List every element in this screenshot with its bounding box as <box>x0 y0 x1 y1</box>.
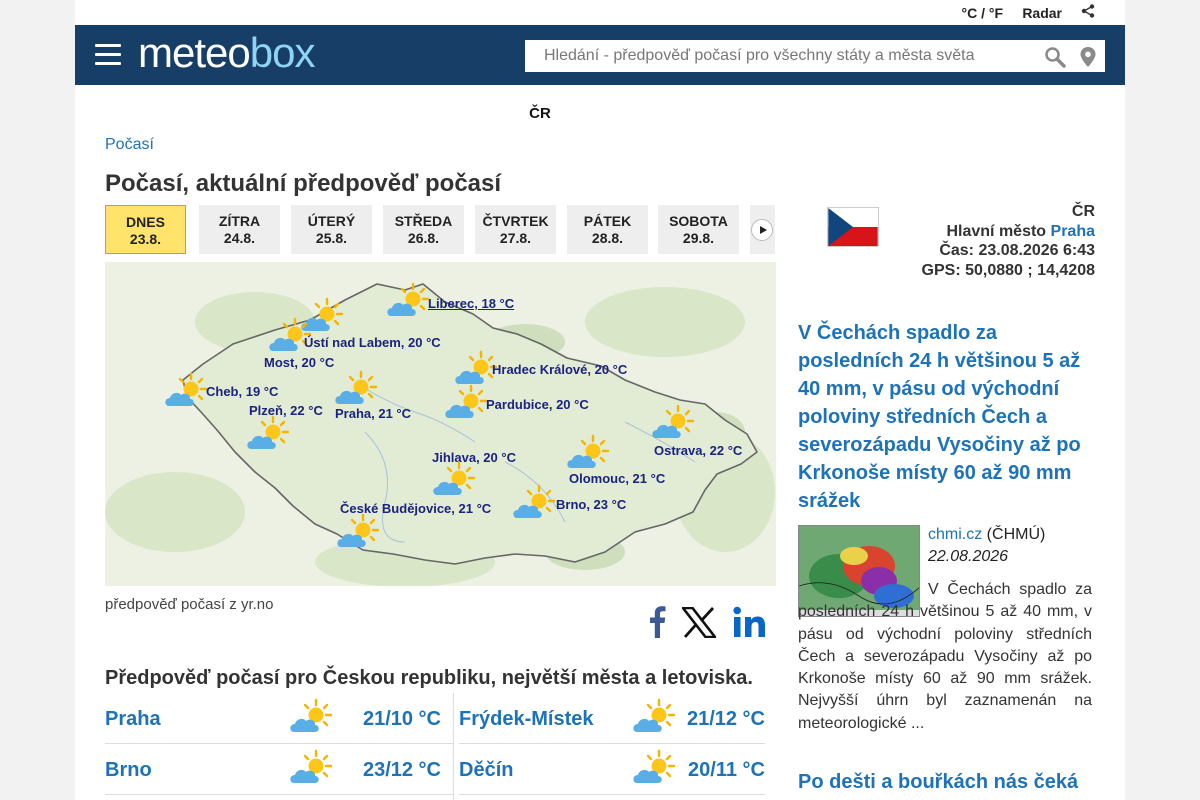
day-tab-name: DNES <box>126 214 165 230</box>
day-tab-friday[interactable]: PÁTEK 28.8. <box>567 205 648 254</box>
partly-cloudy-icon <box>650 404 694 444</box>
partly-cloudy-icon <box>333 370 377 410</box>
day-tab-date: 23.8. <box>129 231 162 247</box>
search-input[interactable] <box>525 40 1025 72</box>
gps-coordinates: GPS: 50,0880 ; 14,4208 <box>921 261 1095 279</box>
day-tabs: DNES 23.8. ZÍTRA 24.8. ÚTERÝ 25.8. STŘED… <box>105 205 775 255</box>
map-city-liberec[interactable]: Liberec, 18 °C <box>428 296 514 311</box>
capital-link[interactable]: Praha <box>1051 223 1095 240</box>
partly-cloudy-icon <box>631 698 675 738</box>
day-tab-date: 24.8. <box>223 230 256 246</box>
page: °C / °F Radar meteobox ČR Počasí Počasí,… <box>75 0 1125 800</box>
site-header: meteobox <box>75 25 1125 85</box>
day-tab-date: 27.8. <box>499 230 532 246</box>
page-title: Počasí, aktuální předpověď počasí <box>105 170 502 197</box>
city-name[interactable]: Frýdek-Místek <box>459 708 594 731</box>
map-city-most[interactable]: Most, 20 °C <box>264 355 334 370</box>
city-temperature: 21/10 °C <box>362 708 441 730</box>
location-pin-icon[interactable] <box>1079 46 1097 68</box>
news-excerpt: V Čechách spadlo za posledních 24 h větš… <box>798 581 1092 732</box>
map-city-pardubice[interactable]: Pardubice, 20 °C <box>486 397 589 412</box>
map-city-hradec-kralove[interactable]: Hradec Králové, 20 °C <box>492 362 627 377</box>
facebook-icon[interactable] <box>648 604 666 638</box>
partly-cloudy-icon <box>431 461 475 501</box>
weather-map: Liberec, 18 °C Ústí nad Labem, 20 °C Mos… <box>105 262 776 586</box>
temperature-unit-toggle[interactable]: °C / °F <box>961 5 1003 21</box>
map-city-cheb[interactable]: Cheb, 19 °C <box>206 384 278 399</box>
breadcrumb[interactable]: Počasí <box>105 136 154 154</box>
day-tab-name: SOBOTA <box>669 213 728 229</box>
column-divider <box>453 693 454 800</box>
region-label: ČR <box>529 105 551 122</box>
day-tab-name: STŘEDA <box>394 213 453 229</box>
news-headline[interactable]: V Čechách spadlo za posledních 24 h větš… <box>798 319 1098 515</box>
day-tab-tuesday[interactable]: ÚTERÝ 25.8. <box>291 205 372 254</box>
news-source-link[interactable]: chmi.cz <box>928 526 982 543</box>
capital-label: Hlavní město <box>946 222 1047 240</box>
day-tab-thursday[interactable]: ČTVRTEK 27.8. <box>475 205 556 254</box>
country-name: ČR <box>1071 203 1095 220</box>
next-days-arrow-icon[interactable] <box>751 219 773 241</box>
day-tab-tomorrow[interactable]: ZÍTRA 24.8. <box>199 205 280 254</box>
forecast-heading: Předpověď počasí pro Českou republiku, n… <box>105 667 753 689</box>
site-logo[interactable]: meteobox <box>138 29 316 76</box>
menu-icon[interactable] <box>95 44 121 66</box>
partly-cloudy-icon <box>163 372 207 412</box>
city-name[interactable]: Děčín <box>459 759 513 782</box>
partly-cloudy-icon <box>288 749 332 789</box>
city-temperature: 21/12 °C <box>686 708 765 730</box>
linkedin-icon[interactable] <box>733 606 766 638</box>
map-city-praha[interactable]: Praha, 21 °C <box>335 406 411 421</box>
city-name[interactable]: Praha <box>105 708 161 731</box>
local-time: Čas: 23.08.2026 6:43 <box>939 242 1095 259</box>
partly-cloudy-icon <box>245 415 289 455</box>
day-tab-name: ČTVRTEK <box>482 213 549 229</box>
city-temperature: 20/11 °C <box>688 759 765 781</box>
map-city-usti-nad-labem[interactable]: Ústí nad Labem, 20 °C <box>304 335 441 350</box>
city-temperature: 23/12 °C <box>362 759 441 781</box>
x-twitter-icon[interactable] <box>682 607 716 638</box>
partly-cloudy-icon <box>511 484 555 524</box>
day-tab-name: PÁTEK <box>583 213 632 229</box>
day-tab-name: ÚTERÝ <box>307 213 356 229</box>
day-tab-date: 25.8. <box>315 230 348 246</box>
news-date: 22.08.2026 <box>928 548 1009 565</box>
map-city-olomouc[interactable]: Olomouc, 21 °C <box>569 471 665 486</box>
city-row-frydek-mistek[interactable]: Frýdek-Místek 21/12 °C <box>459 693 765 744</box>
day-tab-wednesday[interactable]: STŘEDA 26.8. <box>383 205 464 254</box>
radar-link[interactable]: Radar <box>1022 5 1062 21</box>
partly-cloudy-icon <box>335 513 379 553</box>
logo-text-meteo: meteo <box>138 29 251 76</box>
city-row-praha[interactable]: Praha 21/10 °C <box>105 693 453 744</box>
search-box <box>525 40 1105 72</box>
map-city-brno[interactable]: Brno, 23 °C <box>556 497 626 512</box>
search-icon[interactable] <box>1044 46 1066 68</box>
partly-cloudy-icon <box>565 434 609 474</box>
day-tab-date: 28.8. <box>591 230 624 246</box>
czech-flag <box>827 207 879 247</box>
top-bar: °C / °F Radar <box>75 0 1125 25</box>
news-headline-2[interactable]: Po dešti a bouřkách nás čeká <box>798 768 1098 796</box>
logo-text-box: box <box>249 29 316 76</box>
day-tab-name: ZÍTRA <box>218 213 261 229</box>
capital-line: Hlavní město Praha <box>922 222 1095 242</box>
day-tab-saturday[interactable]: SOBOTA 29.8. <box>658 205 739 254</box>
share-icon[interactable] <box>1081 4 1095 18</box>
partly-cloudy-icon <box>631 749 675 789</box>
map-city-ostrava[interactable]: Ostrava, 22 °C <box>654 443 742 458</box>
city-row-brno[interactable]: Brno 23/12 °C <box>105 744 453 795</box>
partly-cloudy-icon <box>443 384 487 424</box>
map-source[interactable]: předpověď počasí z yr.no <box>105 596 274 613</box>
day-tab-date: 29.8. <box>682 230 715 246</box>
city-row-decin[interactable]: Děčín 20/11 °C <box>459 744 765 795</box>
day-tab-today[interactable]: DNES 23.8. <box>105 205 186 254</box>
news-source-org: (ČHMÚ) <box>982 526 1046 543</box>
day-tab-date: 26.8. <box>407 230 440 246</box>
city-name[interactable]: Brno <box>105 759 152 782</box>
news-source: chmi.cz (ČHMÚ) <box>928 526 1045 544</box>
partly-cloudy-icon <box>288 698 332 738</box>
partly-cloudy-icon <box>385 282 429 322</box>
country-info: ČR Hlavní město Praha Čas: 23.08.2026 6:… <box>922 202 1095 280</box>
